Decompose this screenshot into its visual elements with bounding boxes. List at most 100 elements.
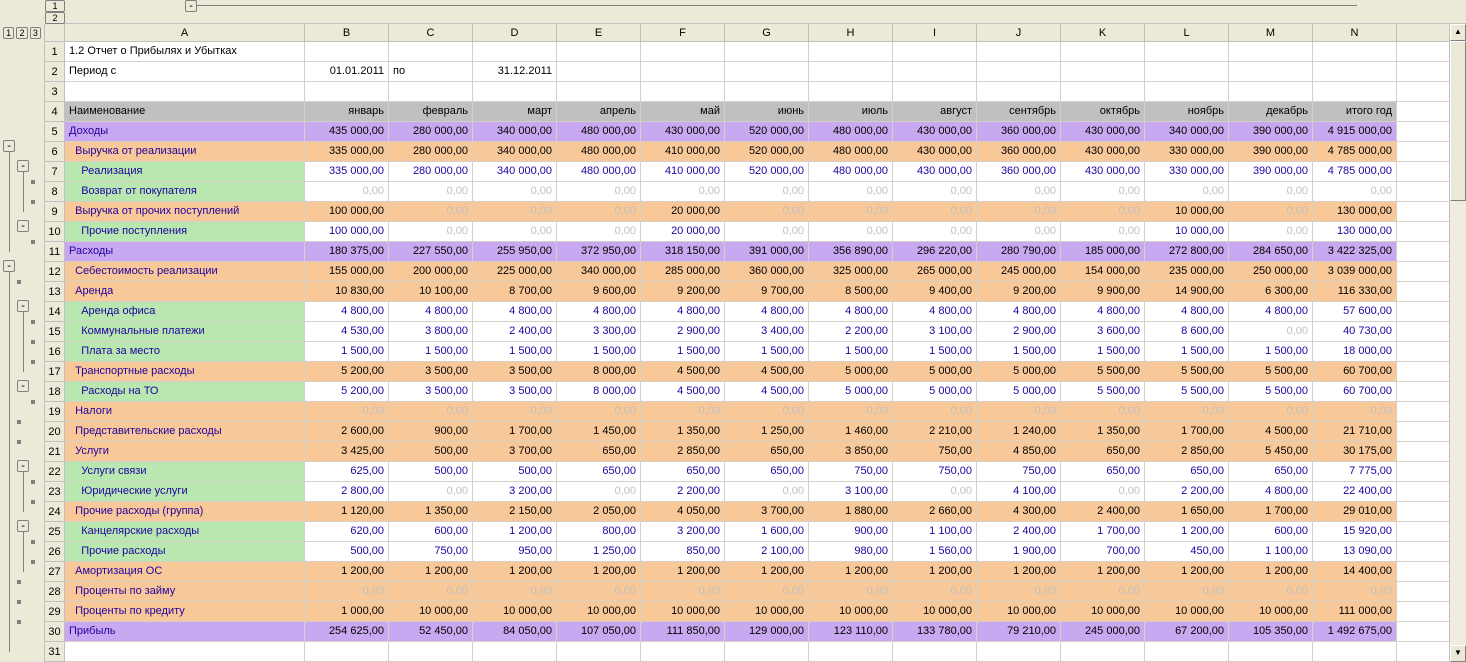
cell[interactable]: 0,00 — [1145, 582, 1229, 602]
cell[interactable] — [1061, 642, 1145, 662]
cell[interactable]: 1 000,00 — [305, 602, 389, 622]
cell[interactable]: 1 200,00 — [1145, 562, 1229, 582]
cell[interactable]: 2 850,00 — [1145, 442, 1229, 462]
row-header-27[interactable]: 27 — [45, 562, 65, 582]
cell[interactable]: 3 039 000,00 — [1313, 262, 1397, 282]
cell[interactable]: 1 120,00 — [305, 502, 389, 522]
cell[interactable]: 3 100,00 — [893, 322, 977, 342]
cell[interactable]: 255 950,00 — [473, 242, 557, 262]
cell[interactable]: 0,00 — [725, 222, 809, 242]
cell[interactable]: 4 800,00 — [305, 302, 389, 322]
cell[interactable]: 1 200,00 — [893, 562, 977, 582]
cell[interactable]: 0,00 — [557, 402, 641, 422]
cell[interactable]: 5 000,00 — [809, 382, 893, 402]
cell[interactable]: 130 000,00 — [1313, 222, 1397, 242]
cell[interactable]: 4 500,00 — [725, 362, 809, 382]
cell[interactable]: 105 350,00 — [1229, 622, 1313, 642]
cell[interactable]: 227 550,00 — [389, 242, 473, 262]
cell[interactable]: 1 200,00 — [809, 562, 893, 582]
outline-toggle[interactable]: - — [17, 460, 29, 472]
cell[interactable] — [893, 642, 977, 662]
cell[interactable]: 0,00 — [809, 582, 893, 602]
cell[interactable]: 10 000,00 — [809, 602, 893, 622]
cell[interactable]: 950,00 — [473, 542, 557, 562]
scroll-track[interactable] — [1450, 41, 1466, 645]
cell[interactable]: 0,00 — [641, 402, 725, 422]
cell[interactable]: 0,00 — [641, 582, 725, 602]
cell[interactable]: 0,00 — [1229, 402, 1313, 422]
row-header-31[interactable]: 31 — [45, 642, 65, 662]
cell[interactable] — [641, 82, 725, 102]
cell[interactable] — [893, 62, 977, 82]
cell[interactable]: 8 600,00 — [1145, 322, 1229, 342]
scroll-down-icon[interactable]: ▼ — [1450, 645, 1466, 662]
cell[interactable] — [641, 62, 725, 82]
row-header-11[interactable]: 11 — [45, 242, 65, 262]
cell[interactable] — [641, 42, 725, 62]
cell[interactable]: 750,00 — [893, 462, 977, 482]
cell[interactable]: 0,00 — [893, 222, 977, 242]
col-outline-level-2[interactable]: 2 — [45, 12, 65, 24]
cell[interactable]: 0,00 — [389, 482, 473, 502]
cell[interactable]: 10 000,00 — [641, 602, 725, 622]
cell[interactable]: 10 000,00 — [1145, 202, 1229, 222]
cell[interactable]: 4 800,00 — [725, 302, 809, 322]
cell[interactable]: Аренда офиса — [65, 302, 305, 322]
cell[interactable] — [893, 42, 977, 62]
cell[interactable]: Расходы — [65, 242, 305, 262]
cell[interactable]: 29 010,00 — [1313, 502, 1397, 522]
cell[interactable] — [1145, 62, 1229, 82]
cell[interactable] — [473, 642, 557, 662]
row-header-15[interactable]: 15 — [45, 322, 65, 342]
cell[interactable]: 9 400,00 — [893, 282, 977, 302]
cell[interactable]: 1 500,00 — [725, 342, 809, 362]
cell[interactable] — [725, 62, 809, 82]
cell[interactable]: 4 500,00 — [1229, 422, 1313, 442]
cell[interactable]: 1 200,00 — [725, 562, 809, 582]
cell[interactable]: 67 200,00 — [1145, 622, 1229, 642]
cell[interactable]: 430 000,00 — [1061, 142, 1145, 162]
cell[interactable]: 435 000,00 — [305, 122, 389, 142]
cell[interactable]: 340 000,00 — [473, 162, 557, 182]
cell[interactable]: 225 000,00 — [473, 262, 557, 282]
cell[interactable]: 850,00 — [641, 542, 725, 562]
cell[interactable] — [473, 42, 557, 62]
cell[interactable]: 0,00 — [641, 182, 725, 202]
cell[interactable]: 2 200,00 — [641, 482, 725, 502]
cell[interactable]: 100 000,00 — [305, 202, 389, 222]
cell[interactable]: 520 000,00 — [725, 162, 809, 182]
cell[interactable]: 111 850,00 — [641, 622, 725, 642]
cell[interactable] — [1313, 82, 1397, 102]
cell[interactable]: ноябрь — [1145, 102, 1229, 122]
cell[interactable]: 340 000,00 — [473, 122, 557, 142]
col-header-D[interactable]: D — [473, 24, 557, 41]
cell[interactable]: 272 800,00 — [1145, 242, 1229, 262]
cell[interactable] — [1313, 42, 1397, 62]
cell[interactable]: 30 175,00 — [1313, 442, 1397, 462]
cell[interactable]: 5 500,00 — [1061, 362, 1145, 382]
cell[interactable]: 1 200,00 — [1061, 562, 1145, 582]
cell[interactable] — [1061, 42, 1145, 62]
row-header-1[interactable]: 1 — [45, 42, 65, 62]
cell[interactable]: 390 000,00 — [1229, 142, 1313, 162]
outline-toggle[interactable]: - — [17, 520, 29, 532]
cell[interactable] — [65, 82, 305, 102]
cell[interactable]: 600,00 — [1229, 522, 1313, 542]
cell[interactable] — [389, 82, 473, 102]
cell[interactable]: 123 110,00 — [809, 622, 893, 642]
cell[interactable]: 60 700,00 — [1313, 362, 1397, 382]
cell[interactable] — [977, 62, 1061, 82]
cell[interactable]: 1 200,00 — [1145, 522, 1229, 542]
cell[interactable]: 0,00 — [1229, 202, 1313, 222]
cell[interactable]: 360 000,00 — [977, 122, 1061, 142]
row-header-16[interactable]: 16 — [45, 342, 65, 362]
cell[interactable] — [389, 42, 473, 62]
cell[interactable]: 185 000,00 — [1061, 242, 1145, 262]
cell[interactable]: 1 200,00 — [305, 562, 389, 582]
col-header-H[interactable]: H — [809, 24, 893, 41]
cell[interactable]: 0,00 — [809, 202, 893, 222]
outline-toggle[interactable]: - — [17, 160, 29, 172]
cell[interactable]: 22 400,00 — [1313, 482, 1397, 502]
cell[interactable]: 330 000,00 — [1145, 162, 1229, 182]
cell[interactable]: 9 900,00 — [1061, 282, 1145, 302]
